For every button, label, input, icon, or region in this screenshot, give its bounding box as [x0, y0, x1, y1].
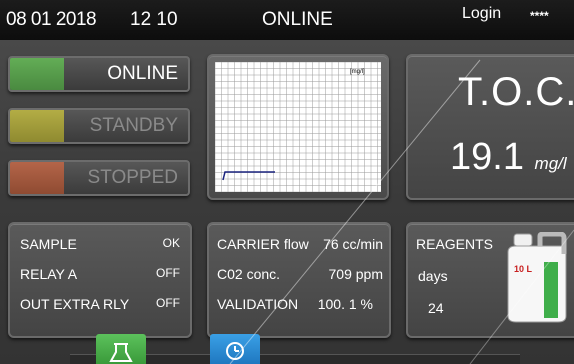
toc-title: T.O.C. — [458, 70, 574, 114]
login-button[interactable]: Login — [462, 5, 501, 23]
online-indicator — [10, 58, 64, 90]
canister-label: 10 L — [514, 264, 533, 274]
online-button[interactable]: ONLINE — [8, 56, 190, 92]
sample-label: SAMPLE — [20, 236, 77, 252]
analyzer-screen: 08 01 2018 12 10 ONLINE Login **** ONLIN… — [0, 0, 574, 364]
toc-value: 19.1 — [450, 136, 524, 178]
sample-value: OK — [162, 236, 180, 250]
trend-chart-panel[interactable]: [mg/l] — [207, 54, 389, 200]
validation-value: 100. 1 % — [317, 296, 373, 312]
system-status-title: ONLINE — [262, 9, 333, 30]
online-label: ONLINE — [107, 63, 178, 84]
trend-unit-label: [mg/l] — [350, 69, 365, 75]
standby-indicator — [10, 110, 64, 142]
reagents-panel[interactable]: REAGENTS days 24 10 L — [406, 222, 574, 338]
measurement-tab[interactable] — [96, 334, 146, 364]
out-extra-relay-value: OFF — [156, 296, 180, 310]
password-mask: **** — [530, 9, 549, 23]
standby-label: STANDBY — [89, 115, 178, 136]
relay-a-label: RELAY A — [20, 266, 78, 282]
stopped-indicator — [10, 162, 64, 194]
carrier-flow-label: CARRIER flow — [217, 236, 309, 252]
date-display: 08 01 2018 — [6, 9, 97, 30]
flask-icon — [109, 343, 133, 362]
relay-status-panel[interactable]: SAMPLE OK RELAY A OFF OUT EXTRA RLY OFF — [8, 222, 192, 338]
reagents-days-value: 24 — [428, 300, 444, 316]
validation-label: VALIDATION — [217, 296, 299, 312]
top-status-bar: 08 01 2018 12 10 ONLINE Login **** — [0, 0, 574, 40]
reagents-title: REAGENTS — [416, 236, 494, 252]
out-extra-relay-label: OUT EXTRA RLY — [20, 296, 130, 312]
reagent-canister-icon: 10 L — [507, 232, 567, 323]
stopped-label: STOPPED — [87, 167, 178, 188]
co2-conc-value: 709 ppm — [328, 266, 383, 282]
trend-chart: [mg/l] — [214, 61, 381, 193]
toc-value-row: 19.1 mg/l — [450, 136, 567, 179]
carrier-panel[interactable]: CARRIER flow 76 cc/min C02 conc. 709 ppm… — [207, 222, 391, 338]
standby-button[interactable]: STANDBY — [8, 108, 190, 144]
clock-icon — [226, 342, 244, 360]
trend-chart-grid: [mg/l] — [214, 61, 381, 193]
time-display: 12 10 — [130, 9, 178, 30]
toc-reading-panel: T.O.C. 19.1 mg/l — [406, 54, 574, 200]
co2-conc-label: C02 conc. — [217, 266, 281, 282]
carrier-flow-value: 76 cc/min — [323, 236, 383, 252]
stopped-button[interactable]: STOPPED — [8, 160, 190, 196]
toc-unit: mg/l — [534, 154, 567, 173]
reagents-days-label: days — [418, 268, 448, 284]
timer-tab[interactable] — [210, 334, 260, 364]
relay-a-value: OFF — [156, 266, 180, 280]
